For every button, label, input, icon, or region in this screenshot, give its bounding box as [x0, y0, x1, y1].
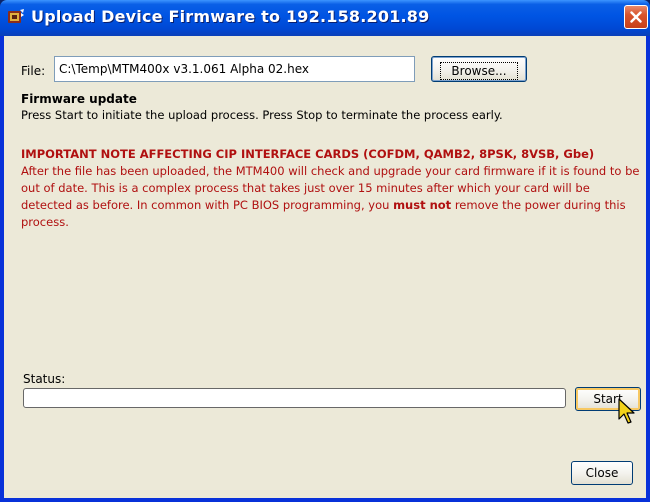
browse-button-label: Browse... — [440, 62, 518, 80]
close-icon — [630, 11, 642, 23]
browse-button[interactable]: Browse... — [431, 56, 527, 82]
window-frame-bottom — [0, 498, 650, 502]
important-note-emphasis: must not — [393, 198, 452, 212]
start-button[interactable]: Start — [575, 387, 641, 411]
status-label: Status: — [23, 372, 66, 386]
status-progress-bar — [23, 388, 566, 408]
app-icon — [8, 9, 24, 23]
firmware-upload-dialog: Upload Device Firmware to 192.158.201.89… — [0, 0, 650, 502]
start-button-label: Start — [593, 392, 623, 406]
file-label: File: — [21, 64, 46, 78]
window-frame-right — [646, 36, 650, 502]
title-bar[interactable]: Upload Device Firmware to 192.158.201.89 — [0, 0, 650, 36]
important-note-body: After the file has been uploaded, the MT… — [21, 163, 641, 231]
firmware-update-description: Press Start to initiate the upload proce… — [21, 108, 503, 122]
window-title: Upload Device Firmware to 192.158.201.89 — [31, 7, 430, 26]
important-note-title: IMPORTANT NOTE AFFECTING CIP INTERFACE C… — [21, 147, 595, 161]
firmware-update-heading: Firmware update — [21, 92, 137, 106]
important-note: IMPORTANT NOTE AFFECTING CIP INTERFACE C… — [21, 146, 641, 231]
window-close-button[interactable] — [624, 5, 648, 29]
close-button[interactable]: Close — [571, 461, 633, 485]
file-path-input[interactable] — [54, 56, 415, 82]
close-button-label: Close — [585, 466, 619, 480]
